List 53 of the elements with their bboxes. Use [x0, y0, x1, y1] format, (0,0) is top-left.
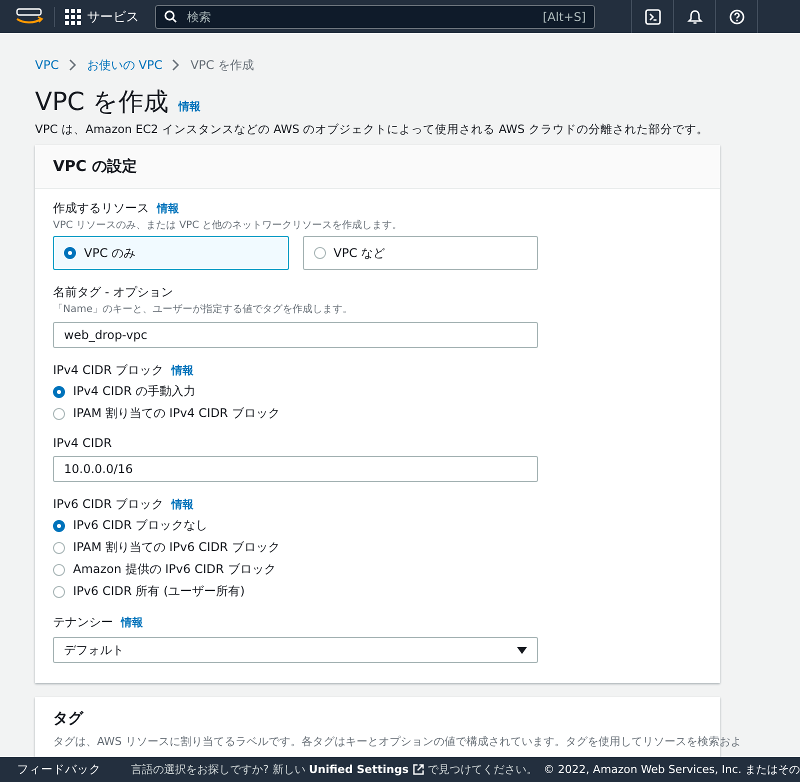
search-input[interactable]: 検索 [185, 8, 535, 24]
panel-title: VPC の設定 [53, 157, 137, 175]
footer-notice: で見つけてください。 [428, 762, 538, 777]
footer-notice: 言語の選択をお探しですか? 新しい [131, 762, 306, 777]
field-label: IPv6 CIDR ブロック [53, 496, 164, 513]
radio-label: IPv6 CIDR ブロックなし [73, 517, 208, 534]
option-tile[interactable]: VPC など [302, 236, 538, 270]
search-field[interactable]: 検索 [Alt+S] [155, 4, 595, 28]
field-hint: VPC リソースのみ、または VPC と他のネットワークリソースを作成します。 [53, 218, 404, 232]
info-link[interactable]: 情報 [121, 615, 143, 630]
radio-label: IPAM 割り当ての IPv4 CIDR ブロック [73, 405, 280, 422]
panel-title: タグ [53, 709, 84, 728]
chevron-icon [68, 59, 77, 71]
breadcrumb-link[interactable]: VPC [35, 58, 59, 72]
info-link[interactable]: 情報 [157, 201, 179, 216]
chevron-icon [172, 59, 180, 71]
breadcrumb-link[interactable]: お使いの VPC [86, 56, 162, 74]
radio-label: IPv4 CIDR の手動入力 [73, 383, 196, 400]
option-tile[interactable]: VPC のみ [53, 236, 288, 270]
info-link[interactable]: 情報 [172, 497, 194, 512]
field-label: テナンシー [53, 614, 113, 631]
services-menu[interactable]: サービス [65, 8, 139, 26]
radio-button[interactable] [53, 564, 65, 576]
page-description: VPC は、Amazon EC2 インスタンスなどの AWS のオブジェクトによって使用される AWS クラウドの分離された部分です。 [35, 122, 710, 137]
radio-button[interactable] [53, 408, 65, 420]
radio-label: IPAM 割り当ての IPv6 CIDR ブロック [73, 539, 280, 556]
breadcrumb-link[interactable]: VPC を作成 [190, 56, 254, 74]
feedback-button[interactable]: フィードバック [17, 762, 101, 777]
radio-label: IPv6 CIDR 所有 (ユーザー所有) [73, 583, 245, 600]
caret-icon [517, 646, 527, 654]
radio-label: Amazon 提供の IPv6 CIDR ブロック [73, 561, 276, 578]
radio-button[interactable] [53, 586, 65, 598]
search-icon [164, 10, 177, 23]
settings-link[interactable]: Unified Settings [308, 763, 409, 776]
info-link[interactable]: 情報 [178, 99, 201, 114]
field-label: 名前タグ - オプション [53, 284, 173, 301]
shortcut-hint: [Alt+S] [542, 10, 586, 24]
radio-button[interactable] [53, 520, 65, 532]
panel-description: タグは、AWS リソースに割り当てるラベルです。各タグはキーとオプションの値で構成されています。タグを使用してリソースを検索およ [53, 734, 742, 749]
input-field[interactable]: 10.0.0.0/16 [53, 456, 538, 482]
external-link-icon [412, 764, 424, 775]
select-field[interactable]: デフォルト [53, 637, 538, 663]
field-label: IPv4 CIDR [53, 436, 112, 450]
field-label: 作成するリソース [53, 200, 149, 217]
copyright: © 2022, Amazon Web Services, Inc. またはその [543, 762, 800, 777]
field-hint: 「Name」のキーと、ユーザーが指定する値でタグを作成します。 [53, 302, 354, 316]
radio-button[interactable] [53, 542, 65, 554]
input-field[interactable]: web_drop-vpc [53, 322, 538, 348]
field-label: IPv4 CIDR ブロック [53, 362, 164, 379]
page-title: VPC を作成 [35, 86, 169, 118]
radio-button[interactable] [53, 386, 65, 398]
grid-icon [65, 8, 81, 24]
info-link[interactable]: 情報 [172, 363, 194, 378]
